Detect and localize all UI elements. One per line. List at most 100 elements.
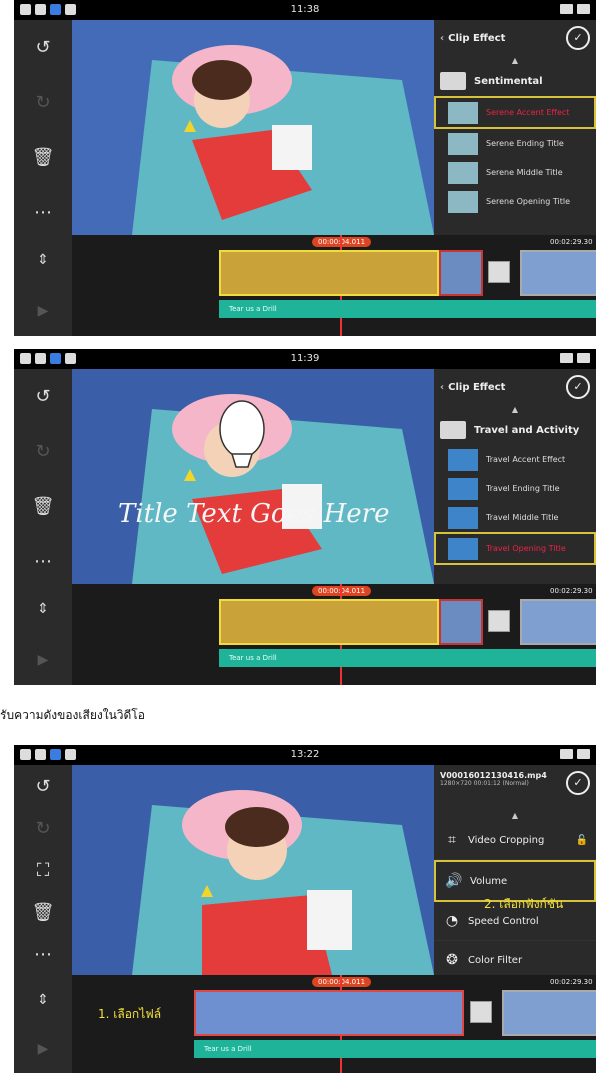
video-clip[interactable] <box>502 990 596 1036</box>
airplane-icon <box>448 537 478 560</box>
effect-item[interactable]: Travel Middle Title <box>434 503 596 532</box>
battery-icon <box>577 749 590 759</box>
title-overlay[interactable]: Title Text Goes Here <box>118 499 389 529</box>
panel-header: ‹ Clip Effect ✓ <box>434 369 596 405</box>
selected-clip[interactable] <box>219 599 439 645</box>
split-icon[interactable]: ⇕ <box>14 975 72 1024</box>
delete-icon[interactable]: 🗑 <box>14 479 72 534</box>
video-clip[interactable] <box>520 250 596 296</box>
video-clip[interactable] <box>520 599 596 645</box>
status-bar: 11:39 <box>14 349 596 369</box>
panel-header: V00016012130416.mp4 1280×720 00:01:12 (N… <box>434 765 596 811</box>
redo-icon[interactable]: ↻ <box>14 75 72 130</box>
effect-label: Serene Middle Title <box>486 168 563 177</box>
annotation-select-function: 2. เลือกฟังก์ชัน <box>484 897 564 911</box>
effect-item[interactable]: Travel Accent Effect <box>434 445 596 474</box>
editor-sidebar: ↺ ↻ 🗑 ⋯ <box>14 369 72 584</box>
scroll-up-icon[interactable]: ▲ <box>434 56 596 66</box>
effect-item[interactable]: Serene Accent Effect <box>434 96 596 129</box>
more-icon[interactable]: ⋯ <box>14 534 72 589</box>
panel-title: Clip Effect <box>448 32 506 44</box>
effect-category[interactable]: Travel and Activity <box>434 415 596 445</box>
effect-label: Travel Accent Effect <box>486 455 566 464</box>
effect-label: Serene Ending Title <box>486 139 564 148</box>
video-preview: Title Text Goes Here <box>72 369 434 584</box>
menu-video-cropping[interactable]: ⌗ Video Cropping 🔓 <box>434 821 596 860</box>
signal-icon <box>560 4 573 14</box>
more-icon[interactable]: ⋯ <box>14 185 72 240</box>
screenshot-1: 11:38 ↺ ↻ 🗑 ⋯ ‹ Clip Effect ✓ ▲ Sentimen… <box>14 0 596 336</box>
timeline: ⇕ ▶ 00:00:04.011 00:02:29.30 Tear us a D… <box>14 235 596 336</box>
effect-category[interactable]: Sentimental <box>434 66 596 96</box>
scroll-up-icon[interactable]: ▲ <box>434 811 596 821</box>
audio-track[interactable]: Tear us a Drill <box>219 300 596 318</box>
end-time: 00:02:29.30 <box>550 587 593 595</box>
video-preview <box>72 20 434 235</box>
menu-label: Color Filter <box>468 954 523 966</box>
timeline: ⇕ ▶ 00:00:04.011 00:02:29.30 Tear us a D… <box>14 584 596 685</box>
selected-clip[interactable] <box>219 250 439 296</box>
selected-clip[interactable] <box>194 990 464 1036</box>
check-icon[interactable]: ✓ <box>566 375 590 399</box>
audio-track[interactable]: Tear us a Drill <box>194 1040 596 1058</box>
effect-item[interactable]: Serene Opening Title <box>434 187 596 216</box>
more-icon[interactable]: ⋯ <box>14 933 72 975</box>
split-icon[interactable]: ⇕ <box>14 235 72 286</box>
effect-item[interactable]: Travel Ending Title <box>434 474 596 503</box>
undo-icon[interactable]: ↺ <box>14 369 72 424</box>
video-preview <box>72 765 434 975</box>
transition-icon[interactable] <box>488 261 510 283</box>
video-clip[interactable] <box>439 599 483 645</box>
timeline: ⇕ ▶ 00:00:04.011 1. เลือกไฟล์ 00:02:29.3… <box>14 975 596 1073</box>
screenshot-3: 13:22 ↺ ↻ ⛶ 🗑 ⋯ V00016012130416.mp4 1280… <box>14 745 596 1073</box>
undo-icon[interactable]: ↺ <box>14 20 72 75</box>
effect-item[interactable]: Serene Ending Title <box>434 129 596 158</box>
check-icon[interactable]: ✓ <box>566 26 590 50</box>
back-icon[interactable]: ‹ <box>440 33 444 44</box>
category-label: Travel and Activity <box>474 424 580 436</box>
undo-icon[interactable]: ↺ <box>14 765 72 807</box>
crop-frame-icon[interactable]: ⛶ <box>14 849 72 891</box>
editor-sidebar: ↺ ↻ 🗑 ⋯ <box>14 20 72 235</box>
redo-icon[interactable]: ↻ <box>14 424 72 479</box>
effect-item[interactable]: Travel Opening Title <box>434 532 596 565</box>
effect-label: Serene Opening Title <box>486 197 570 206</box>
battery-icon <box>577 353 590 363</box>
redo-icon[interactable]: ↻ <box>14 807 72 849</box>
airplane-icon <box>448 477 478 500</box>
effect-thumbnail <box>448 101 478 124</box>
timeline-sidebar: ⇕ ▶ <box>14 975 72 1073</box>
play-icon[interactable]: ▶ <box>14 286 72 337</box>
delete-icon[interactable]: 🗑 <box>14 130 72 185</box>
back-icon[interactable]: ‹ <box>440 382 444 393</box>
clock: 11:39 <box>290 353 320 364</box>
transition-icon[interactable] <box>470 1001 492 1023</box>
audio-track[interactable]: Tear us a Drill <box>219 649 596 667</box>
transition-icon[interactable] <box>488 610 510 632</box>
menu-label: Video Cropping <box>468 834 545 846</box>
screenshot-2: 11:39 ↺ ↻ 🗑 ⋯ Title Text Goes Here ‹ Cli… <box>14 349 596 685</box>
timeline-sidebar: ⇕ ▶ <box>14 235 72 336</box>
preview-frame <box>72 369 434 584</box>
preview-frame <box>72 20 434 235</box>
speaker-icon: 🔊 <box>445 873 463 889</box>
play-icon[interactable]: ▶ <box>14 1024 72 1073</box>
effect-item[interactable]: Serene Middle Title <box>434 158 596 187</box>
airplane-icon <box>448 506 478 529</box>
split-icon[interactable]: ⇕ <box>14 584 72 635</box>
category-label: Sentimental <box>474 75 543 87</box>
delete-icon[interactable]: 🗑 <box>14 891 72 933</box>
video-clip[interactable] <box>439 250 483 296</box>
check-icon[interactable]: ✓ <box>566 771 590 795</box>
menu-label: Speed Control <box>468 915 539 927</box>
status-bar: 11:38 <box>14 0 596 20</box>
clip-options-panel: V00016012130416.mp4 1280×720 00:01:12 (N… <box>434 765 596 980</box>
folder-icon <box>440 72 466 90</box>
section-caption: รับความดังของเสียงในวิดีโอ <box>0 708 145 722</box>
play-icon[interactable]: ▶ <box>14 635 72 686</box>
clip-effect-panel: ‹ Clip Effect ✓ ▲ Travel and Activity Tr… <box>434 369 596 584</box>
timeline-sidebar: ⇕ ▶ <box>14 584 72 685</box>
signal-icon <box>560 749 573 759</box>
scroll-up-icon[interactable]: ▲ <box>434 405 596 415</box>
color-filter-icon: ❂ <box>446 952 458 968</box>
